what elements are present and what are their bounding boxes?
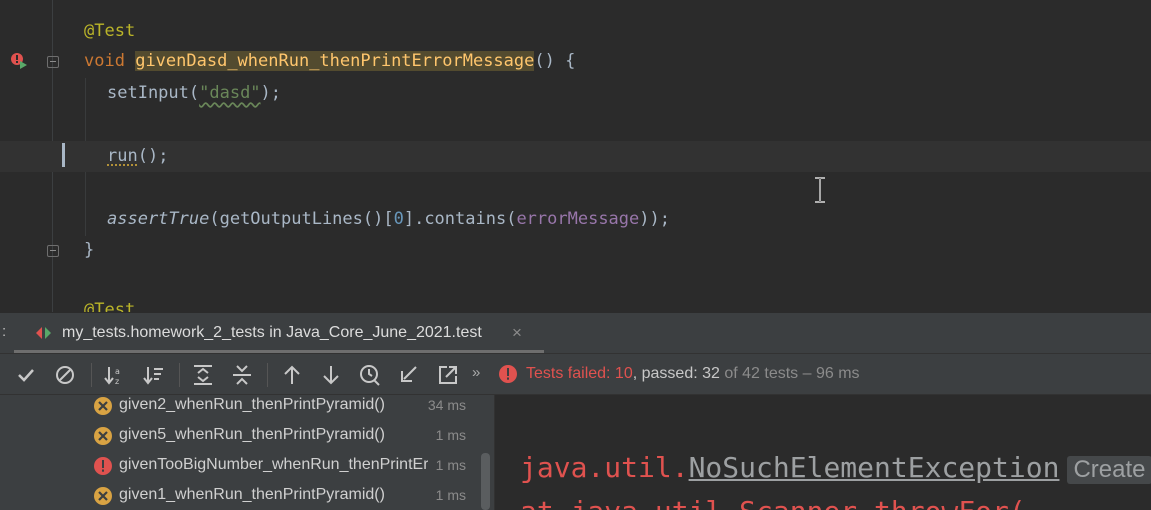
export-icon[interactable] <box>435 362 461 388</box>
text-caret <box>62 143 65 167</box>
run-call: run <box>107 146 138 166</box>
test-failed-icon <box>94 487 112 505</box>
tab-run-configuration[interactable]: my_tests.homework_2_tests in Java_Core_J… <box>14 313 544 354</box>
arrow-up-icon[interactable] <box>279 362 305 388</box>
code-line-annotation[interactable]: @Test <box>0 16 1151 47</box>
close-icon[interactable]: × <box>512 323 522 343</box>
toolbar-separator <box>179 363 180 387</box>
exception-line: java.util.NoSuchElementException Create <box>520 451 1151 484</box>
test-row[interactable]: givenTooBigNumber_whenRun_thenPrintError… <box>0 451 480 481</box>
code-line-run-current[interactable]: run(); <box>0 141 1151 172</box>
tree-scrollbar[interactable] <box>481 453 490 510</box>
cancel-icon[interactable] <box>52 362 78 388</box>
history-icon[interactable] <box>357 362 383 388</box>
assert-open: (getOutputLines()[ <box>209 209 394 229</box>
collapse-all-icon[interactable] <box>229 362 255 388</box>
sort-alpha-icon[interactable]: az <box>102 362 128 388</box>
check-icon[interactable] <box>13 362 39 388</box>
string-literal-dasd: "dasd" <box>199 83 261 103</box>
code-line-method-signature[interactable]: void givenDasd_whenRun_thenPrintErrorMes… <box>0 46 1151 77</box>
test-runner-toolbar: az » Tests failed: 10, passed: 32 of 42 … <box>0 353 1151 395</box>
import-icon[interactable] <box>396 362 422 388</box>
code-line-close-brace[interactable]: } <box>0 235 1151 266</box>
tests-failed-count: Tests failed: 10 <box>526 365 633 382</box>
code-editor[interactable]: @Test void givenDasd_whenRun_thenPrintEr… <box>0 0 1151 312</box>
expand-all-icon[interactable] <box>190 362 216 388</box>
set-input-tail: ); <box>260 83 282 103</box>
method-signature-tail: () { <box>534 51 576 71</box>
keyword-void: void <box>84 51 125 71</box>
test-config-icon <box>36 327 51 339</box>
tab-label: my_tests.homework_2_tests in Java_Core_J… <box>62 324 482 341</box>
more-actions-icon[interactable]: » <box>472 364 480 381</box>
test-name: given1_whenRun_thenPrintPyramid() <box>119 486 385 503</box>
assert-true-call: assertTrue <box>107 209 210 229</box>
arrow-down-icon[interactable] <box>318 362 344 388</box>
toolbar-separator <box>91 363 92 387</box>
run-call-tail: (); <box>137 146 169 166</box>
create-breakpoint-button[interactable]: Create <box>1067 456 1151 484</box>
tab-prefix: : <box>2 323 7 340</box>
svg-text:z: z <box>115 377 119 386</box>
set-input-call: setInput( <box>107 83 200 103</box>
field-error-message: errorMessage <box>516 209 640 229</box>
run-tab-bar: : my_tests.homework_2_tests in Java_Core… <box>0 312 1151 354</box>
exception-class-link[interactable]: NoSuchElementException <box>689 451 1060 484</box>
test-duration: 1 ms <box>435 427 466 443</box>
code-line-set-input[interactable]: setInput("dasd"); <box>0 78 1151 109</box>
test-row[interactable]: given1_whenRun_thenPrintPyramid() 1 ms <box>0 481 480 510</box>
test-name: given2_whenRun_thenPrintPyramid() <box>119 396 385 413</box>
fold-method-icon[interactable] <box>47 56 59 68</box>
array-index: 0 <box>393 209 404 229</box>
text-cursor-icon <box>815 177 825 203</box>
code-line-next-annotation[interactable]: @Test <box>0 295 1151 312</box>
test-failed-icon <box>94 397 112 415</box>
fold-end-icon[interactable] <box>47 245 59 257</box>
stack-trace-line: at java.util.Scanner.throwFor( <box>520 495 1026 510</box>
assert-mid: ].contains( <box>403 209 517 229</box>
console-output[interactable]: java.util.NoSuchElementExceptionCreate a… <box>494 395 1151 510</box>
method-name[interactable]: givenDasd_whenRun_thenPrintErrorMessage <box>135 51 535 71</box>
test-failed-icon <box>94 427 112 445</box>
test-name: givenTooBigNumber_whenRun_thenPrintError… <box>119 456 428 473</box>
sort-duration-icon[interactable] <box>141 362 167 388</box>
closing-brace: } <box>84 240 95 260</box>
test-error-icon <box>94 457 112 475</box>
test-results-tree[interactable]: given2_whenRun_thenPrintPyramid() 34 ms … <box>0 395 492 510</box>
code-line-assert[interactable]: assertTrue(getOutputLines()[0].contains(… <box>0 204 1151 235</box>
toolbar-separator <box>267 363 268 387</box>
test-duration: 1 ms <box>435 457 466 473</box>
run-tool-window: : my_tests.homework_2_tests in Java_Core… <box>0 312 1151 510</box>
test-row[interactable]: given5_whenRun_thenPrintPyramid() 1 ms <box>0 421 480 451</box>
annotation-test-next: @Test <box>84 300 136 312</box>
run-test-failed-icon[interactable] <box>10 52 28 70</box>
assert-tail: )); <box>639 209 670 229</box>
test-duration: 1 ms <box>435 487 466 503</box>
test-row[interactable]: given2_whenRun_thenPrintPyramid() 34 ms <box>0 395 480 421</box>
test-duration: 34 ms <box>427 397 466 413</box>
test-name: given5_whenRun_thenPrintPyramid() <box>119 426 385 443</box>
tests-total-duration: of 42 tests – 96 ms <box>719 365 860 382</box>
annotation-test: @Test <box>84 21 136 41</box>
tests-passed-count: passed: 32 <box>641 365 720 382</box>
exception-package: java.util. <box>520 451 689 484</box>
error-icon <box>499 365 517 383</box>
svg-text:a: a <box>115 367 120 376</box>
